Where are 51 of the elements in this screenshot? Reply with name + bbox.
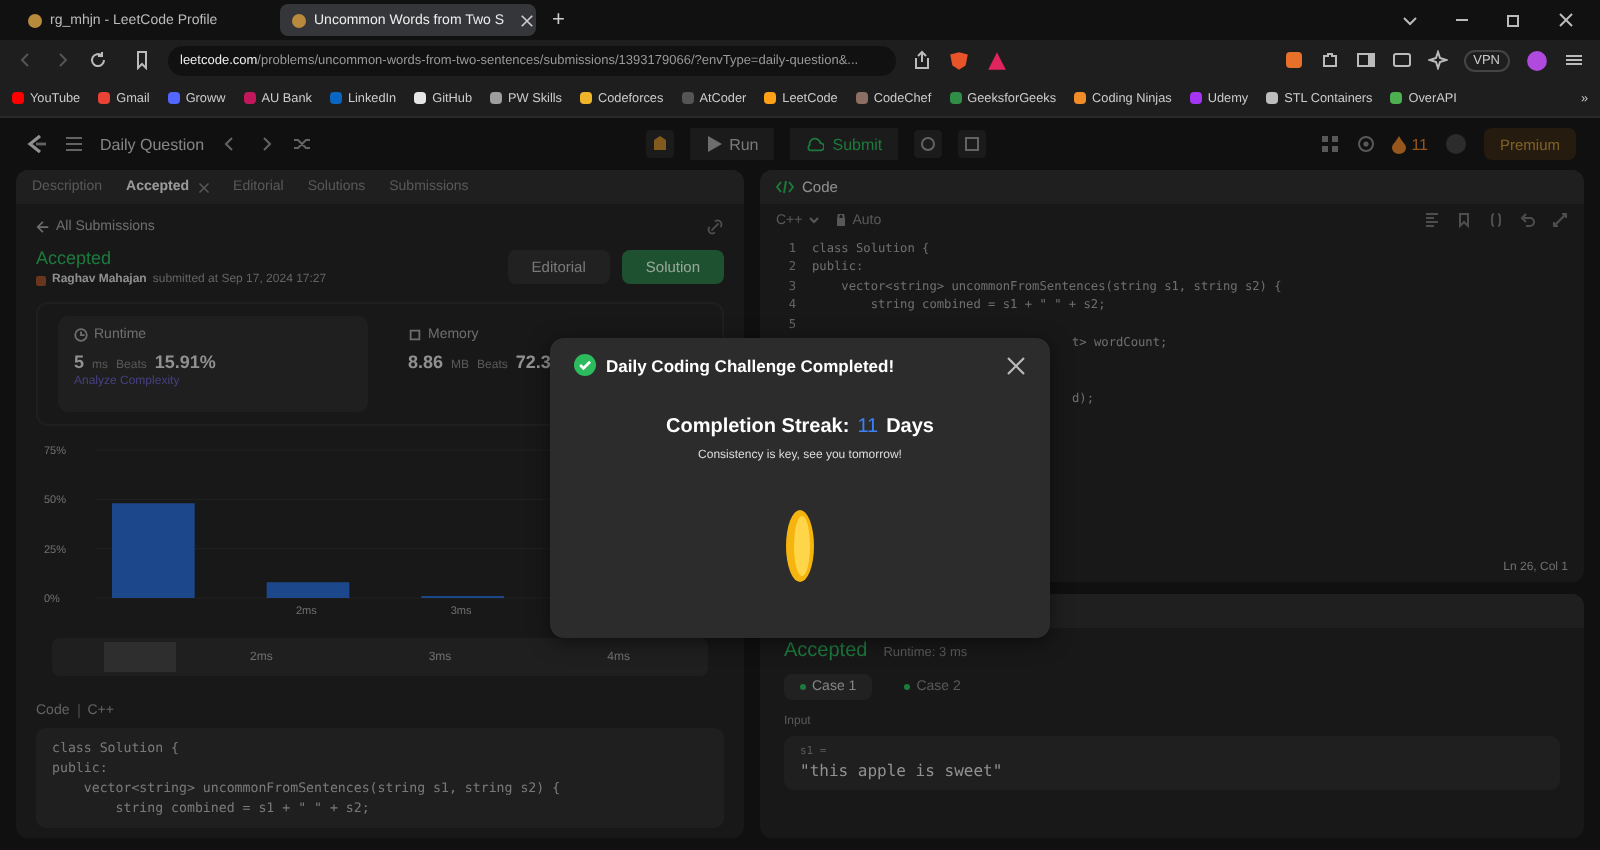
runtime-value: 5 [74, 352, 85, 372]
beats-value: 15.91% [154, 352, 216, 372]
profile-icon[interactable] [1526, 49, 1548, 71]
close-icon[interactable] [1006, 355, 1026, 375]
cloud-upload-icon [806, 135, 825, 153]
reload-icon[interactable] [88, 50, 108, 70]
shield-icon[interactable] [948, 49, 970, 71]
lock-icon [836, 214, 847, 226]
sparkle-icon[interactable] [1427, 50, 1448, 70]
code-icon [776, 180, 794, 194]
check-icon [574, 354, 596, 376]
restore-icon[interactable] [1504, 10, 1524, 30]
play-icon [705, 136, 722, 152]
logo-icon[interactable] [24, 132, 48, 156]
expand-icon[interactable] [1552, 212, 1568, 228]
memory-value: 8.86 [408, 352, 444, 372]
status-text: Accepted [36, 248, 114, 268]
dot-icon [904, 684, 911, 690]
undo-icon[interactable] [1520, 212, 1536, 228]
beats-value: 72.3 [515, 352, 551, 372]
wallet-icon[interactable] [1391, 50, 1412, 70]
link-icon[interactable] [706, 217, 724, 235]
format-icon[interactable] [1424, 212, 1440, 228]
clock-icon [74, 328, 88, 342]
dialog-title: Daily Coding Challenge Completed! [606, 355, 895, 375]
new-tab-button[interactable]: + [544, 8, 573, 32]
triangle-icon[interactable] [986, 49, 1008, 71]
share-icon[interactable] [912, 50, 932, 70]
settings-icon[interactable] [1355, 134, 1376, 154]
streak-label: Completion Streak: [666, 416, 850, 438]
alarm-icon[interactable] [914, 130, 943, 158]
puzzle-icon[interactable] [1319, 50, 1340, 70]
arrow-left-icon [36, 219, 50, 233]
streak-unit: Days [886, 416, 934, 438]
chevron-down-icon [808, 214, 821, 226]
chart-bar[interactable] [266, 582, 350, 598]
sidebar-icon[interactable] [1355, 50, 1376, 70]
dot-icon [800, 684, 806, 690]
shuffle-icon[interactable] [292, 134, 313, 154]
problem-list-title[interactable]: Daily Question [100, 135, 205, 153]
menu-icon[interactable] [1564, 50, 1584, 70]
note-icon[interactable] [958, 130, 987, 158]
streak-count: 11 [857, 416, 879, 438]
braces-icon[interactable] [1488, 212, 1504, 228]
bookmark-icon[interactable] [132, 50, 152, 70]
status-text: Accepted [784, 640, 868, 662]
layout-icon[interactable] [1319, 134, 1340, 154]
list-icon[interactable] [64, 134, 84, 154]
close-icon[interactable] [1556, 10, 1576, 30]
run-button[interactable]: Run [689, 128, 775, 160]
avatar-icon [36, 275, 46, 285]
